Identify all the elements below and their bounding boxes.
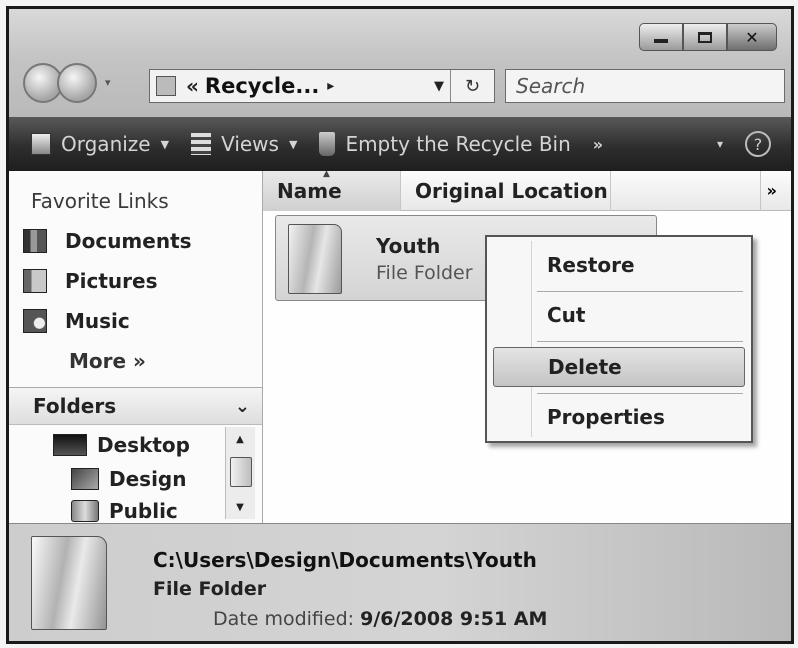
column-header-row: ▲ Name Original Location » — [263, 169, 791, 211]
recycle-bin-icon — [319, 132, 336, 156]
favorite-link-label: Pictures — [65, 269, 158, 293]
desktop-icon — [53, 434, 87, 456]
favorite-link-documents[interactable]: Documents — [23, 229, 192, 253]
context-menu: Restore Cut Delete Properties — [485, 235, 753, 443]
close-button[interactable]: ✕ — [727, 23, 777, 51]
scroll-down-icon[interactable]: ▼ — [226, 497, 254, 517]
empty-recycle-bin-button[interactable]: Empty the Recycle Bin — [319, 132, 571, 156]
folder-icon — [288, 224, 342, 294]
maximize-button[interactable] — [683, 23, 727, 51]
menu-item-delete[interactable]: Delete — [493, 347, 745, 387]
menu-separator — [537, 393, 743, 394]
organize-label: Organize — [61, 132, 151, 156]
menu-item-restore[interactable]: Restore — [493, 245, 745, 285]
views-icon — [191, 133, 212, 155]
breadcrumb-location[interactable]: Recycle... — [205, 74, 319, 98]
file-type: File Folder — [376, 262, 473, 284]
maximize-icon — [698, 31, 712, 43]
organize-button[interactable]: Organize ▼ — [31, 132, 169, 156]
public-folder-icon — [71, 500, 99, 522]
tree-item-label: Public — [109, 499, 178, 523]
favorite-link-music[interactable]: Music — [23, 309, 130, 333]
favorite-link-label: Documents — [65, 229, 192, 253]
title-bar: ✕ ▾ « Recycle... ▸ ▼ ↻ Search — [9, 9, 791, 117]
folder-tree-scrollbar[interactable]: ▲ ▼ — [225, 427, 255, 519]
views-label: Views — [221, 132, 279, 156]
details-pane: C:\Users\Design\Documents\Youth File Fol… — [9, 523, 791, 641]
file-list: ▲ Name Original Location » Youth File Fo… — [263, 169, 791, 523]
chevron-down-icon: ▼ — [160, 137, 170, 151]
more-columns-button[interactable]: » — [767, 181, 777, 200]
tree-item-public[interactable]: Public — [71, 499, 178, 523]
navigation-pane: Favorite Links Documents Pictures Music … — [9, 171, 263, 523]
tree-item-desktop[interactable]: Desktop — [53, 433, 190, 457]
empty-recycle-bin-label: Empty the Recycle Bin — [345, 132, 571, 156]
tree-item-label: Desktop — [97, 433, 190, 457]
date-modified-label: Date modified: — [213, 608, 355, 630]
item-path: C:\Users\Design\Documents\Youth — [153, 548, 537, 572]
sort-ascending-icon: ▲ — [323, 169, 330, 179]
favorite-link-pictures[interactable]: Pictures — [23, 269, 158, 293]
explorer-window: ✕ ▾ « Recycle... ▸ ▼ ↻ Search Organize ▼… — [6, 6, 794, 644]
command-bar: Organize ▼ Views ▼ Empty the Recycle Bin… — [9, 117, 791, 171]
toolbar-right: ▾ ? — [717, 131, 771, 157]
help-button[interactable]: ? — [745, 131, 771, 157]
file-name: Youth — [376, 234, 441, 258]
organize-icon — [31, 133, 51, 155]
folders-heading: Folders — [33, 394, 117, 418]
address-bar[interactable]: « Recycle... ▸ ▼ ↻ — [149, 69, 495, 103]
pictures-folder-icon — [23, 269, 47, 293]
minimize-button[interactable] — [639, 23, 683, 51]
column-header-name[interactable]: ▲ Name — [263, 169, 401, 211]
breadcrumb-overflow[interactable]: « — [186, 74, 199, 98]
refresh-icon[interactable]: ↻ — [450, 70, 494, 102]
recent-pages-dropdown-icon[interactable]: ▾ — [105, 76, 119, 90]
date-modified: Date modified: 9/6/2008 9:51 AM — [213, 608, 547, 630]
more-links-button[interactable]: More » — [69, 349, 146, 373]
navigation-buttons: ▾ — [23, 63, 119, 103]
column-header-blank[interactable] — [611, 171, 761, 211]
chevron-down-icon[interactable]: ▾ — [717, 137, 723, 151]
chevron-down-icon: ⌄ — [234, 395, 250, 417]
forward-button[interactable] — [57, 63, 97, 103]
column-header-label: Name — [277, 179, 342, 203]
scroll-up-icon[interactable]: ▲ — [226, 429, 254, 449]
column-header-label: Original Location — [415, 179, 608, 203]
chevron-down-icon: ▼ — [288, 137, 298, 151]
menu-separator — [537, 341, 743, 342]
music-folder-icon — [23, 309, 47, 333]
column-header-original-location[interactable]: Original Location — [401, 171, 611, 211]
date-modified-value: 9/6/2008 9:51 AM — [360, 608, 548, 630]
recycle-bin-icon — [156, 76, 176, 96]
menu-item-cut[interactable]: Cut — [493, 295, 745, 335]
menu-item-properties[interactable]: Properties — [493, 397, 745, 437]
address-dropdown-icon[interactable]: ▼ — [434, 79, 444, 94]
window-controls: ✕ — [639, 23, 777, 51]
toolbar-overflow-button[interactable]: » — [593, 135, 603, 154]
breadcrumb-arrow-icon[interactable]: ▸ — [327, 78, 334, 94]
item-type: File Folder — [153, 578, 267, 600]
tree-item-design[interactable]: Design — [71, 467, 186, 491]
favorite-links-heading: Favorite Links — [31, 189, 169, 213]
menu-separator — [537, 291, 743, 292]
folder-icon — [31, 536, 107, 630]
folders-toggle[interactable]: Folders ⌄ — [9, 387, 262, 425]
scroll-thumb[interactable] — [230, 457, 252, 487]
search-placeholder: Search — [516, 74, 586, 98]
tree-item-label: Design — [109, 467, 187, 491]
views-button[interactable]: Views ▼ — [191, 132, 297, 156]
documents-folder-icon — [23, 229, 47, 253]
minimize-icon — [654, 39, 668, 43]
close-icon: ✕ — [745, 27, 759, 47]
search-input[interactable]: Search — [505, 69, 785, 103]
user-folder-icon — [71, 468, 99, 490]
favorite-link-label: Music — [65, 309, 130, 333]
